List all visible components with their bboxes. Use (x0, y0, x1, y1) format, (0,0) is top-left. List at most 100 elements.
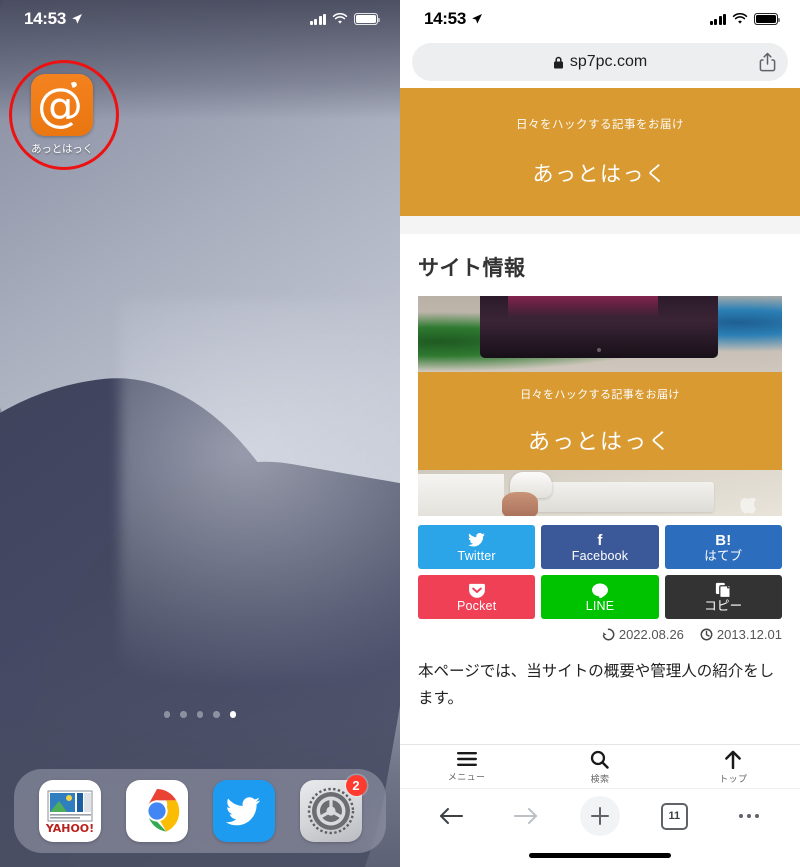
wallpaper-glow (120, 300, 400, 680)
page-dot-1[interactable] (163, 711, 171, 718)
browser-status-indicators (709, 13, 781, 25)
eyecatch-text-band: 日々をハックする記事をお届け あっとはっく (418, 372, 782, 470)
page-title: サイト情報 (418, 257, 526, 280)
share-button-grid: Twitter f Facebook B! はてブ Pocket LINE コピ… (418, 525, 782, 619)
more-horizontal-icon (738, 813, 759, 819)
status-clock-group: 14:53 (24, 9, 83, 29)
browser-status-time: 14:53 (424, 9, 466, 28)
share-icon[interactable] (754, 49, 780, 75)
url-text: sp7pc.com (569, 53, 648, 70)
share-label-pocket: Pocket (456, 598, 497, 613)
date-updated-text: 2022.08.26 (618, 627, 684, 642)
home-page-dots[interactable] (0, 711, 400, 718)
hatena-bookmark-icon: B! (715, 531, 732, 549)
date-published: 2013.12.01 (700, 627, 782, 642)
site-bottom-nav: メニュー 検索 トップ (400, 744, 800, 789)
pocket-icon (468, 582, 485, 599)
share-button-facebook[interactable]: f Facebook (541, 525, 659, 569)
eyecatch-tagline: 日々をハックする記事をお届け (520, 389, 680, 401)
share-button-twitter[interactable]: Twitter (418, 525, 536, 569)
tab-count-badge: 11 (660, 802, 688, 830)
browser-status-clock-group: 14:53 (424, 9, 483, 29)
cellular-signal-icon (309, 13, 326, 25)
date-published-text: 2013.12.01 (716, 627, 782, 642)
eyecatch-monitor-glow (508, 296, 658, 318)
date-updated: 2022.08.26 (602, 627, 684, 642)
omnibox-row: sp7pc.com (400, 38, 800, 88)
arrow-back-icon (440, 808, 464, 824)
site-hero-banner[interactable]: 日々をハックする記事をお届け あっとはっく (400, 88, 800, 216)
page-dot-2[interactable] (180, 711, 187, 718)
dock-app-settings[interactable]: 2 (299, 775, 367, 842)
hero-tagline: 日々をハックする記事をお届け (516, 119, 684, 131)
history-icon (602, 628, 615, 641)
ios-home-screen-panel: 14:53 @ あっとはっく YAHOO! 2 (0, 0, 400, 867)
new-tab-button[interactable] (577, 796, 623, 836)
share-label-facebook: Facebook (571, 548, 629, 563)
arrow-forward-icon (513, 808, 537, 824)
eyecatch-mousepad (418, 474, 504, 516)
page-dot-4[interactable] (213, 711, 220, 718)
chrome-browser-panel: 14:53 sp7pc.com 日々をハックする記事をお届け あっとはっく サイ… (400, 0, 800, 867)
browser-status-bar: 14:53 (400, 0, 800, 38)
status-indicators (309, 13, 381, 25)
home-app-label: あっとはっく (31, 143, 93, 155)
page-content: サイト情報 日々をハックする記事をお届け あっとはっく Twitter f Fa… (400, 252, 800, 713)
cellular-signal-icon (709, 13, 726, 25)
share-button-pocket[interactable]: Pocket (418, 575, 536, 619)
share-button-hatena[interactable]: B! はてブ (664, 525, 782, 569)
share-label-line: LINE (585, 598, 615, 613)
plus-icon (579, 796, 620, 836)
site-nav-search[interactable]: 検索 (533, 745, 666, 789)
tab-switcher-button[interactable]: 11 (651, 796, 697, 836)
page-dot-3[interactable] (196, 711, 204, 718)
eyecatch-sitename: あっとはっく (527, 429, 672, 454)
dock-app-yahoo-news[interactable]: YAHOO! (38, 780, 101, 842)
ios-dock: YAHOO! 2 (14, 769, 386, 853)
wifi-icon (332, 13, 348, 24)
share-label-copy: コピー (704, 598, 743, 613)
site-nav-menu[interactable]: メニュー (400, 745, 533, 789)
at-mark-app-icon[interactable]: @ (31, 74, 93, 136)
forward-button[interactable] (503, 796, 549, 836)
dock-app-twitter[interactable] (212, 780, 275, 842)
battery-icon (354, 13, 381, 25)
share-button-copy[interactable]: コピー (664, 575, 782, 619)
content-spacer (400, 216, 800, 234)
settings-badge-count: 2 (345, 775, 367, 796)
chrome-bottom-toolbar: 11 (400, 788, 800, 867)
page-dot-5-active[interactable] (229, 711, 237, 718)
share-label-hatena: はてブ (704, 548, 743, 563)
svg-text:YAHOO!: YAHOO! (44, 822, 93, 835)
status-time: 14:53 (24, 9, 66, 28)
magnifier-icon (591, 750, 610, 769)
address-bar[interactable]: sp7pc.com (412, 43, 788, 81)
twitter-bird-icon (468, 532, 486, 549)
screenshot-root: 14:53 @ あっとはっく YAHOO! 2 14:53 sp7pc.com … (0, 0, 800, 867)
wifi-icon (732, 13, 748, 24)
apple-logo-icon (740, 497, 757, 514)
eyecatch-image: 日々をハックする記事をお届け あっとはっく (418, 296, 782, 516)
share-label-twitter: Twitter (457, 548, 496, 563)
lock-icon (553, 56, 563, 68)
more-options-button[interactable] (726, 796, 772, 836)
dock-app-chrome[interactable] (125, 780, 188, 842)
site-nav-top[interactable]: トップ (667, 745, 800, 789)
copy-icon (715, 582, 732, 599)
facebook-f-icon: f (597, 531, 603, 549)
location-arrow-icon (472, 14, 482, 24)
article-dates: 2022.08.26 2013.12.01 (418, 627, 782, 642)
battery-icon (754, 13, 781, 25)
arrow-up-icon (725, 750, 742, 769)
location-arrow-icon (72, 14, 82, 24)
url-display[interactable]: sp7pc.com (553, 53, 647, 71)
home-app-atthack[interactable]: @ あっとはっく (26, 74, 98, 156)
back-button[interactable] (428, 796, 474, 836)
hamburger-icon (456, 752, 477, 766)
share-button-line[interactable]: LINE (541, 575, 659, 619)
chrome-toolbar-row: 11 (400, 789, 800, 843)
site-nav-menu-label: メニュー (447, 772, 486, 782)
site-nav-search-label: 検索 (590, 773, 610, 784)
ios-status-bar: 14:53 (0, 0, 400, 38)
hero-sitename: あっとはっく (532, 163, 668, 186)
